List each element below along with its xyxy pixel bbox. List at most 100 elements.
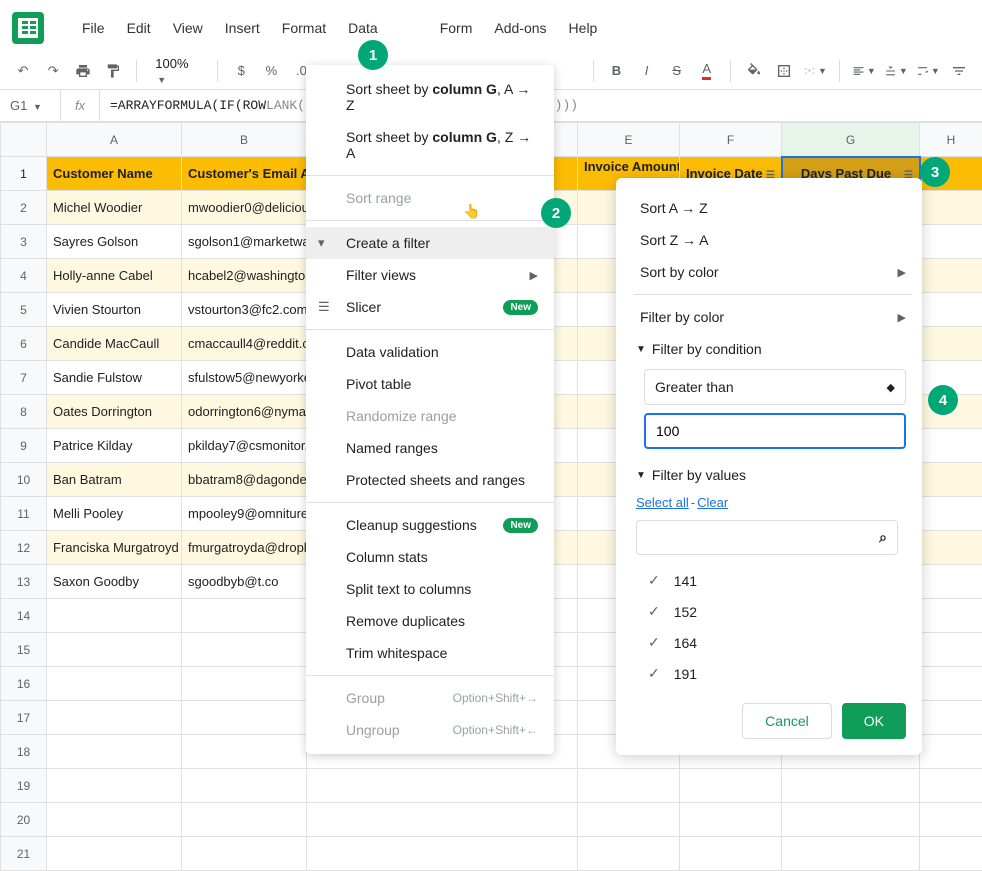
cell[interactable] xyxy=(920,735,982,769)
menu-format[interactable]: Format xyxy=(274,14,334,42)
cell[interactable] xyxy=(920,633,982,667)
cell[interactable] xyxy=(920,599,982,633)
halign-button[interactable]: ▼ xyxy=(852,59,876,83)
cell[interactable]: Candide MacCaull xyxy=(47,327,182,361)
column-stats[interactable]: Column stats xyxy=(306,541,554,573)
borders-button[interactable] xyxy=(773,59,795,83)
cell[interactable] xyxy=(47,803,182,837)
cell[interactable]: cmaccaull4@reddit.c xyxy=(182,327,307,361)
cell[interactable] xyxy=(782,837,920,871)
cell[interactable]: Sayres Golson xyxy=(47,225,182,259)
filter-by-condition-toggle[interactable]: ▼Filter by condition xyxy=(634,333,912,365)
ok-button[interactable]: OK xyxy=(842,703,906,739)
filter-button[interactable] xyxy=(948,59,970,83)
remove-duplicates[interactable]: Remove duplicates xyxy=(306,605,554,637)
cell[interactable]: vstourton3@fc2.com xyxy=(182,293,307,327)
value-item[interactable]: ✓164 xyxy=(644,627,912,658)
col-header-h[interactable]: H xyxy=(920,123,982,157)
split-text[interactable]: Split text to columns xyxy=(306,573,554,605)
sort-sheet-asc[interactable]: Sort sheet by column G, A → Z xyxy=(306,73,554,121)
cell[interactable]: mpooley9@omniture xyxy=(182,497,307,531)
cell[interactable]: odorrington6@nymag xyxy=(182,395,307,429)
row-header[interactable]: 8 xyxy=(1,395,47,429)
row-header[interactable]: 10 xyxy=(1,463,47,497)
cell[interactable] xyxy=(578,769,680,803)
cell[interactable] xyxy=(182,599,307,633)
cell[interactable]: Franciska Murgatroyd xyxy=(47,531,182,565)
cell[interactable] xyxy=(47,599,182,633)
cell[interactable] xyxy=(182,701,307,735)
row-header[interactable]: 13 xyxy=(1,565,47,599)
cell[interactable]: Patrice Kilday xyxy=(47,429,182,463)
data-validation[interactable]: Data validation xyxy=(306,336,554,368)
undo-button[interactable]: ↶ xyxy=(12,59,34,83)
cell[interactable] xyxy=(182,837,307,871)
cell[interactable] xyxy=(920,803,982,837)
cell[interactable] xyxy=(47,769,182,803)
cancel-button[interactable]: Cancel xyxy=(742,703,832,739)
trim-whitespace[interactable]: Trim whitespace xyxy=(306,637,554,669)
cell[interactable] xyxy=(578,803,680,837)
cell[interactable] xyxy=(182,667,307,701)
menu-insert[interactable]: Insert xyxy=(217,14,268,42)
cell[interactable]: Saxon Goodby xyxy=(47,565,182,599)
cell[interactable] xyxy=(920,429,982,463)
paint-format-button[interactable] xyxy=(102,59,124,83)
sort-sheet-desc[interactable]: Sort sheet by column G, Z → A xyxy=(306,121,554,169)
cell[interactable]: Customer Name xyxy=(47,157,182,191)
cell[interactable] xyxy=(680,803,782,837)
create-filter[interactable]: ▾Create a filter xyxy=(306,227,554,259)
cell[interactable] xyxy=(782,769,920,803)
corner-cell[interactable] xyxy=(1,123,47,157)
col-header-e[interactable]: E xyxy=(578,123,680,157)
redo-button[interactable]: ↷ xyxy=(42,59,64,83)
row-header[interactable]: 9 xyxy=(1,429,47,463)
cell[interactable] xyxy=(578,837,680,871)
pivot-table[interactable]: Pivot table xyxy=(306,368,554,400)
menu-help[interactable]: Help xyxy=(561,14,606,42)
cell[interactable] xyxy=(182,803,307,837)
cell[interactable]: Customer's Email Address xyxy=(182,157,307,191)
row-header[interactable]: 6 xyxy=(1,327,47,361)
zoom-dropdown[interactable]: 100% ▼ xyxy=(149,52,205,90)
cell[interactable] xyxy=(920,191,982,225)
merge-button[interactable]: ▼ xyxy=(803,59,827,83)
cell[interactable] xyxy=(920,327,982,361)
cell[interactable] xyxy=(182,769,307,803)
menu-form[interactable]: Form xyxy=(432,14,481,42)
print-button[interactable] xyxy=(72,59,94,83)
row-header[interactable]: 5 xyxy=(1,293,47,327)
slicer[interactable]: ☰SlicerNew xyxy=(306,291,554,323)
menu-view[interactable]: View xyxy=(165,14,211,42)
col-header-a[interactable]: A xyxy=(47,123,182,157)
cell[interactable]: Vivien Stourton xyxy=(47,293,182,327)
cleanup-suggestions[interactable]: Cleanup suggestionsNew xyxy=(306,509,554,541)
row-header[interactable]: 11 xyxy=(1,497,47,531)
cell[interactable] xyxy=(920,259,982,293)
cell[interactable]: Melli Pooley xyxy=(47,497,182,531)
cell[interactable]: pkilday7@csmonitor. xyxy=(182,429,307,463)
bold-button[interactable]: B xyxy=(605,59,627,83)
row-header[interactable]: 2 xyxy=(1,191,47,225)
cell[interactable] xyxy=(920,701,982,735)
row-header[interactable]: 15 xyxy=(1,633,47,667)
cell[interactable] xyxy=(920,497,982,531)
sort-za[interactable]: Sort Z → A xyxy=(634,224,912,256)
row-header[interactable]: 12 xyxy=(1,531,47,565)
cell[interactable]: sfulstow5@newyorker xyxy=(182,361,307,395)
cell[interactable]: hcabel2@washington xyxy=(182,259,307,293)
cell[interactable]: Holly-anne Cabel xyxy=(47,259,182,293)
row-header[interactable]: 18 xyxy=(1,735,47,769)
row-header[interactable]: 4 xyxy=(1,259,47,293)
cell-reference[interactable]: G1 ▼ xyxy=(0,98,60,113)
cell[interactable]: bbatram8@dagondes xyxy=(182,463,307,497)
menu-edit[interactable]: Edit xyxy=(119,14,159,42)
cell[interactable] xyxy=(47,837,182,871)
row-header[interactable]: 17 xyxy=(1,701,47,735)
col-header-g[interactable]: G xyxy=(782,123,920,157)
cell[interactable]: Ban Batram xyxy=(47,463,182,497)
value-item[interactable]: ✓152 xyxy=(644,596,912,627)
cell[interactable]: Michel Woodier xyxy=(47,191,182,225)
row-header[interactable]: 7 xyxy=(1,361,47,395)
cell[interactable] xyxy=(920,531,982,565)
